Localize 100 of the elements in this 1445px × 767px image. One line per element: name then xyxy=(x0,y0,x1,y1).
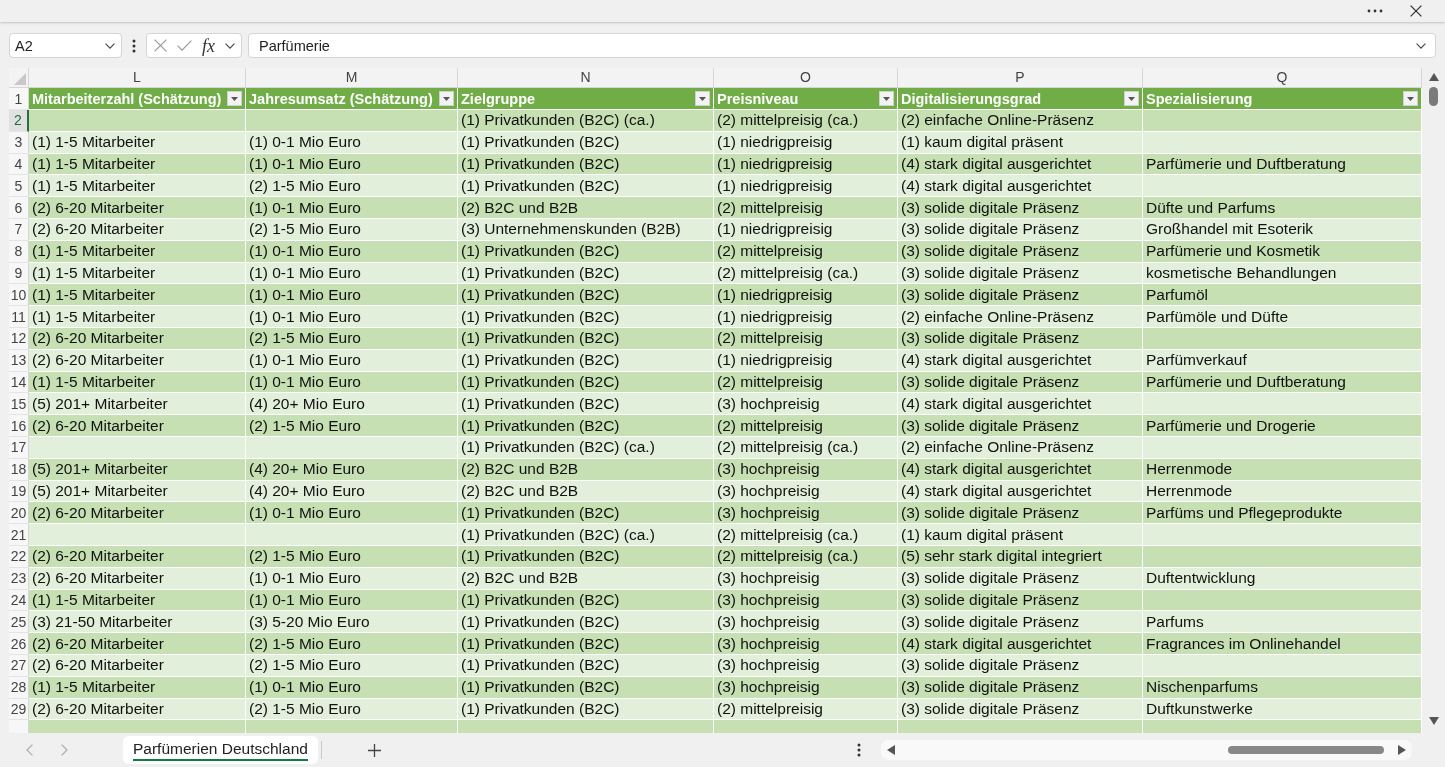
formula-input[interactable]: Parfümerie xyxy=(248,33,1436,58)
table-header-label: Zielgruppe xyxy=(461,90,536,107)
row-number[interactable]: 8 xyxy=(9,240,29,263)
vertical-dots-icon[interactable] xyxy=(856,743,861,757)
close-icon xyxy=(1410,5,1422,17)
row-number[interactable]: 29 xyxy=(9,698,29,721)
vertical-dots-icon[interactable] xyxy=(132,38,136,53)
column-header[interactable]: M xyxy=(246,68,458,87)
table-cell: Nischenparfums xyxy=(1146,678,1258,697)
name-box[interactable]: A2 xyxy=(9,33,122,58)
table-cell: (3) solide digitale Präsenz xyxy=(901,503,1080,522)
table-cell: (1) 1-5 Mitarbeiter xyxy=(32,590,156,609)
chevron-down-icon[interactable] xyxy=(225,42,235,49)
table-cell: (1) Privatkunden (B2C) xyxy=(461,634,620,653)
row-number[interactable]: 13 xyxy=(9,349,29,372)
table-cell: (2) mittelpreisig (ca.) xyxy=(717,547,859,566)
table-cell: (2) 1-5 Mio Euro xyxy=(249,699,361,718)
horizontal-scrollbar[interactable] xyxy=(880,740,1412,760)
table-cell: (3) hochpreisig xyxy=(717,503,820,522)
row-number[interactable]: 5 xyxy=(9,175,29,198)
row-number[interactable]: 20 xyxy=(9,502,29,525)
filter-dropdown-button[interactable] xyxy=(879,91,894,106)
table-cell: (5) 201+ Mitarbeiter xyxy=(32,481,168,500)
row-number[interactable]: 26 xyxy=(9,633,29,655)
row-number[interactable]: 18 xyxy=(9,458,29,481)
cross-icon[interactable] xyxy=(154,39,167,52)
table-cell: (2) 6-20 Mitarbeiter xyxy=(32,699,164,718)
table-cell: (1) 1-5 Mitarbeiter xyxy=(32,133,156,152)
table-cell: (2) mittelpreisig xyxy=(717,699,823,718)
table-cell: (1) kaum digital präsent xyxy=(901,525,1063,544)
table-cell: (3) solide digitale Präsenz xyxy=(901,678,1080,697)
table-cell: (1) Privatkunden (B2C) xyxy=(461,307,620,326)
column-header[interactable]: P xyxy=(898,68,1143,87)
table-cell: (1) Privatkunden (B2C) xyxy=(461,351,620,370)
table-cell: (1) Privatkunden (B2C) xyxy=(461,285,620,304)
row-number[interactable]: 27 xyxy=(9,654,29,677)
row-number[interactable]: 7 xyxy=(9,219,29,241)
filter-dropdown-button[interactable] xyxy=(1124,91,1139,106)
table-cell: (2) 6-20 Mitarbeiter xyxy=(32,503,164,522)
column-header[interactable]: O xyxy=(714,68,898,87)
table-cell: (1) Privatkunden (B2C) xyxy=(461,547,620,566)
table-cell: (1) niedrigpreisig xyxy=(717,285,833,304)
table-cell: (1) Privatkunden (B2C) xyxy=(461,155,620,173)
column-header[interactable]: N xyxy=(458,68,714,87)
close-button[interactable] xyxy=(1410,3,1422,19)
row-number[interactable]: 10 xyxy=(9,284,29,307)
table-cell: (2) B2C und B2B xyxy=(461,481,579,500)
table-cell: Parfümöle und Düfte xyxy=(1146,307,1289,326)
row-number[interactable]: 2 xyxy=(9,110,29,132)
row-number[interactable]: 15 xyxy=(9,393,29,416)
row-number[interactable]: 3 xyxy=(9,131,29,154)
table-cell: (5) 201+ Mitarbeiter xyxy=(32,460,168,479)
table-cell: (1) 1-5 Mitarbeiter xyxy=(32,285,156,304)
row-number[interactable]: 4 xyxy=(9,153,29,176)
triangle-left-icon[interactable] xyxy=(886,745,895,755)
row-number[interactable]: 19 xyxy=(9,480,29,503)
row-number[interactable]: 16 xyxy=(9,415,29,437)
insert-function-button[interactable]: fx xyxy=(202,35,215,56)
checkmark-icon[interactable] xyxy=(177,40,192,51)
row-number[interactable]: 25 xyxy=(9,611,29,634)
row-number[interactable]: 14 xyxy=(9,371,29,394)
table-cell: (4) stark digital ausgerichtet xyxy=(901,634,1092,653)
chevron-down-icon[interactable] xyxy=(1416,42,1426,49)
row-number[interactable]: 28 xyxy=(9,676,29,699)
column-header[interactable]: L xyxy=(29,68,246,87)
row-number[interactable]: 9 xyxy=(9,262,29,285)
row-number[interactable]: 1 xyxy=(9,88,29,110)
row-number[interactable]: 11 xyxy=(9,306,29,328)
table-cell: Fragrances im Onlinehandel xyxy=(1146,634,1341,653)
add-sheet-button[interactable] xyxy=(367,743,381,757)
triangle-up-icon[interactable] xyxy=(1428,73,1439,81)
filter-dropdown-button[interactable] xyxy=(439,91,454,106)
row-number[interactable]: 6 xyxy=(9,197,29,219)
row-number[interactable]: 12 xyxy=(9,327,29,350)
row-number[interactable]: 22 xyxy=(9,545,29,568)
table-header-label: Mitarbeiterzahl (Schätzung) xyxy=(32,90,222,107)
filter-dropdown-button[interactable] xyxy=(1403,91,1418,106)
table-cell: (2) 1-5 Mio Euro xyxy=(249,547,361,566)
row-number[interactable]: 21 xyxy=(9,524,29,546)
scrollbar-thumb[interactable] xyxy=(1429,87,1438,106)
sheet-tab[interactable]: Parfümerien Deutschland xyxy=(123,736,318,764)
table-cell: (2) einfache Online-Präsenz xyxy=(901,307,1094,326)
table-cell: (1) Privatkunden (B2C) xyxy=(461,699,620,718)
table-cell: (3) solide digitale Präsenz xyxy=(901,612,1080,631)
table-cell: (2) 6-20 Mitarbeiter xyxy=(32,634,164,653)
scrollbar-thumb[interactable] xyxy=(1227,746,1384,754)
table-cell: (1) 1-5 Mitarbeiter xyxy=(32,176,156,195)
row-number[interactable]: 17 xyxy=(9,436,29,459)
plus-icon xyxy=(367,743,381,757)
table-cell: (4) stark digital ausgerichtet xyxy=(901,155,1092,173)
table-cell: (5) sehr stark digital integriert xyxy=(901,547,1102,566)
triangle-right-icon[interactable] xyxy=(1397,745,1406,755)
table-cell: (4) stark digital ausgerichtet xyxy=(901,460,1092,479)
filter-dropdown-button[interactable] xyxy=(695,91,710,106)
filter-dropdown-button[interactable] xyxy=(227,91,242,106)
row-number[interactable]: 23 xyxy=(9,567,29,590)
caret-down-icon xyxy=(231,96,238,101)
table-cell: (1) 1-5 Mitarbeiter xyxy=(32,263,156,282)
row-number[interactable]: 24 xyxy=(9,589,29,612)
triangle-down-icon[interactable] xyxy=(1428,717,1439,725)
